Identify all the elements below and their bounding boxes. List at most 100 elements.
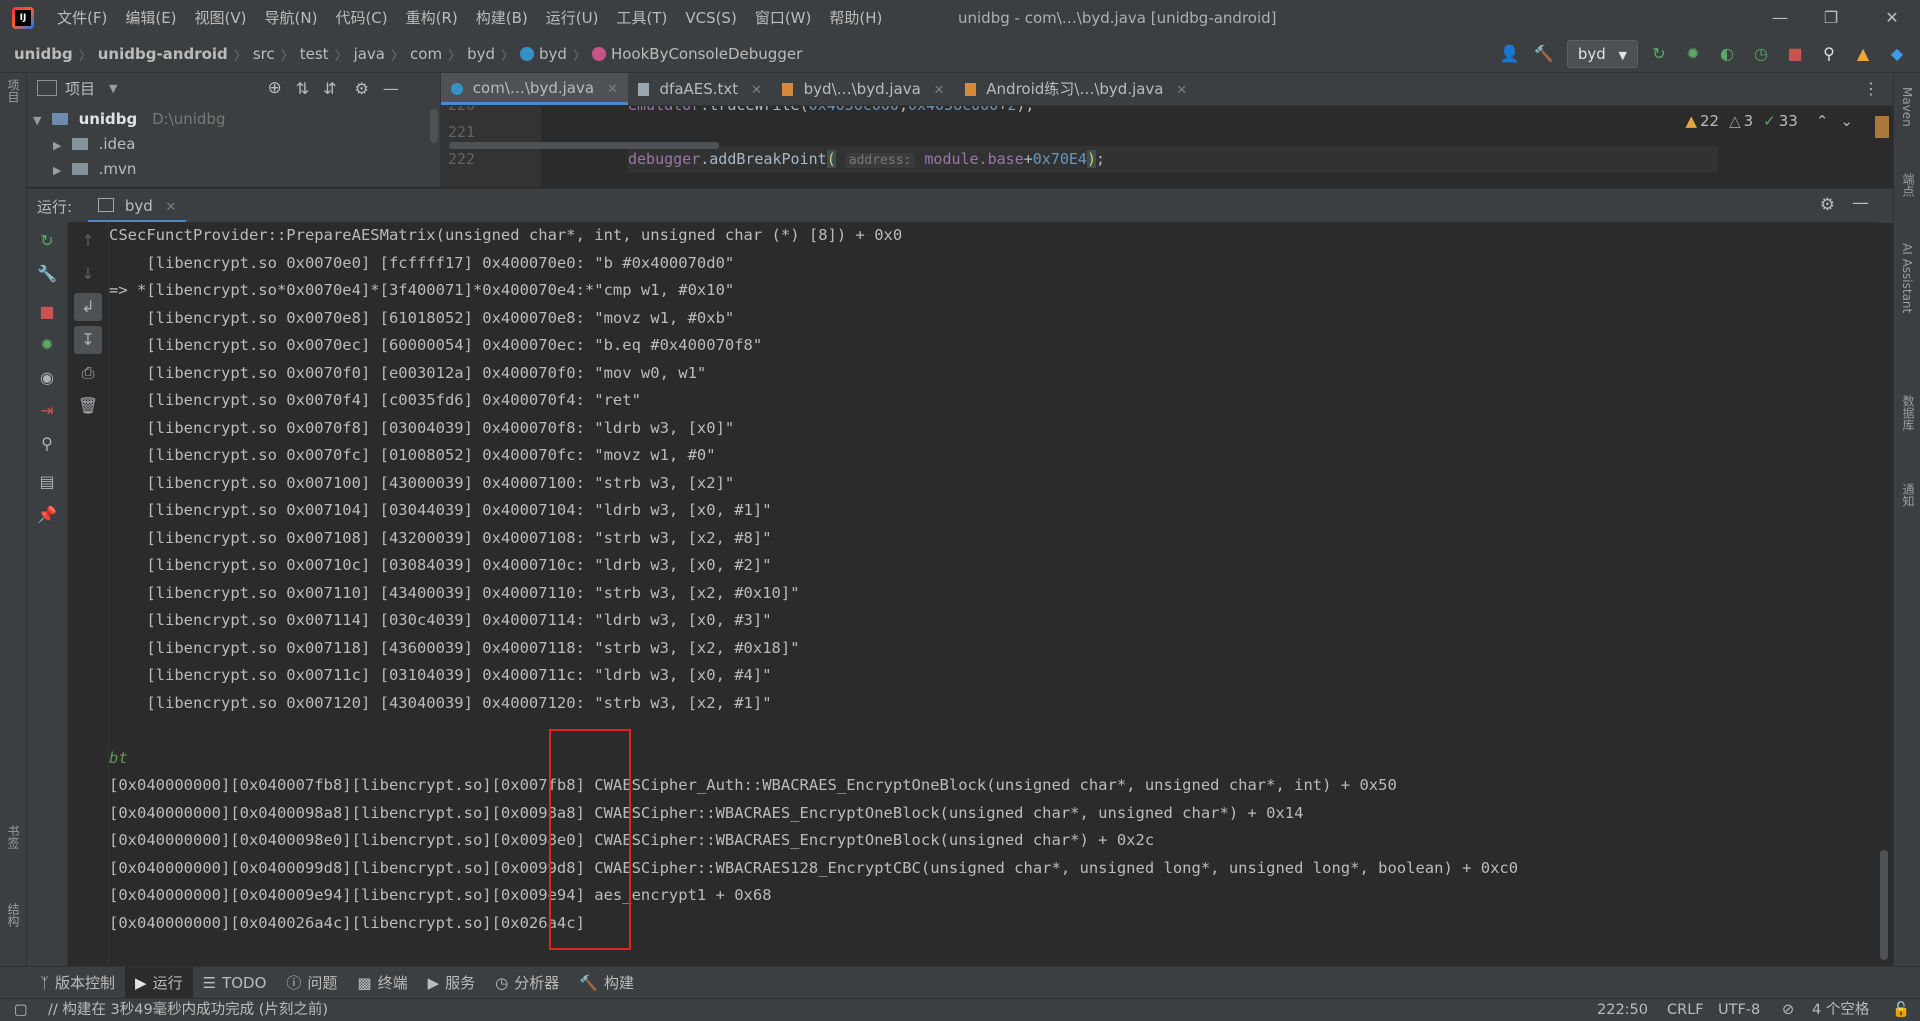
profiler-icon[interactable]: ◷ — [1748, 41, 1774, 67]
tab-dfaaes-txt[interactable]: dfaAES.txt ✕ — [628, 73, 772, 105]
crumb-com[interactable]: com — [410, 45, 442, 63]
close-icon[interactable]: ✕ — [166, 200, 177, 215]
chevron-right-icon[interactable]: ▶ — [53, 133, 67, 158]
line-separator[interactable]: CRLF — [1667, 999, 1704, 1021]
camera-icon[interactable]: ◉ — [33, 364, 61, 392]
project-scrollbar[interactable] — [430, 109, 438, 143]
tool-todo[interactable]: ☰ TODO — [193, 967, 277, 999]
coverage-icon[interactable]: ◐ — [1714, 41, 1740, 67]
close-icon[interactable]: ✕ — [934, 83, 945, 98]
crumb-method[interactable]: HookByConsoleDebugger — [611, 45, 802, 63]
exit-icon[interactable]: ⇥ — [33, 397, 61, 425]
console-v-scrollbar[interactable] — [1880, 850, 1888, 960]
crumb-byd-package[interactable]: byd — [467, 45, 495, 63]
project-tool-button[interactable]: 项目 — [5, 79, 22, 103]
read-only-icon[interactable]: ⊘ — [1782, 999, 1794, 1021]
print-icon[interactable]: ⎙ — [74, 359, 102, 387]
status-message[interactable]: // 构建在 3秒49毫秒内成功完成 (片刻之前) — [48, 999, 328, 1021]
menu-window[interactable]: 窗口(W) — [746, 0, 821, 36]
locate-icon[interactable]: ⊕ — [267, 78, 281, 98]
tool-build[interactable]: 🔨 构建 — [569, 967, 644, 999]
crumb-test[interactable]: test — [300, 45, 329, 63]
hide-panel-icon[interactable]: — — [1852, 193, 1869, 213]
chevron-right-icon[interactable]: ▶ — [53, 158, 67, 183]
menu-run[interactable]: 运行(U) — [537, 0, 608, 36]
arrow-up-icon[interactable]: ↑ — [74, 227, 102, 255]
stop-icon[interactable]: ■ — [33, 298, 61, 326]
menu-build[interactable]: 构建(B) — [467, 0, 537, 36]
menu-code[interactable]: 代码(C) — [326, 0, 396, 36]
chevron-down-icon[interactable]: ▼ — [109, 82, 117, 95]
maven-tool-button[interactable]: Maven — [1900, 87, 1914, 127]
close-icon[interactable]: ✕ — [607, 82, 618, 97]
ai-assistant-icon[interactable]: ◆ — [1884, 41, 1910, 67]
search-icon[interactable]: ⚲ — [1816, 41, 1842, 67]
close-icon[interactable]: ✕ — [1176, 83, 1187, 98]
tree-item-mvn[interactable]: ▶ .mvn — [27, 157, 225, 182]
rerun-icon[interactable]: ↻ — [1646, 41, 1672, 67]
intellij-logo-icon[interactable]: IJ — [12, 7, 34, 29]
tree-item-idea[interactable]: ▶ .idea — [27, 132, 225, 157]
restore-icon[interactable]: ❐ — [1803, 0, 1859, 36]
hide-panel-icon[interactable]: — — [383, 79, 399, 98]
close-icon[interactable]: ✕ — [751, 83, 762, 98]
project-panel-title[interactable]: 项目 — [65, 78, 95, 99]
run-configuration-select[interactable]: byd ▼ — [1566, 40, 1638, 68]
code-area[interactable]: emulator.traceWrite(0x4056c000,0x4056c00… — [628, 106, 1718, 173]
console-output[interactable]: CSecFunctProvider::PrepareAESMatrix(unsi… — [109, 222, 1879, 982]
editor-h-scrollbar[interactable] — [449, 142, 719, 149]
structure-tool-button[interactable]: 结构 — [5, 903, 22, 927]
pin-icon[interactable]: 📌 — [33, 501, 61, 529]
tab-android-byd-java[interactable]: Android练习\…\byd.java ✕ — [955, 73, 1198, 105]
gear-icon[interactable]: ⚙ — [355, 79, 369, 98]
tool-problems[interactable]: ⓘ 问题 — [276, 967, 347, 999]
caret-position[interactable]: 222:50 — [1597, 999, 1648, 1021]
menu-edit[interactable]: 编辑(E) — [116, 0, 185, 36]
debug-bug-icon[interactable]: ✹ — [1680, 41, 1706, 67]
menu-help[interactable]: 帮助(H) — [820, 0, 891, 36]
notifications-tool-button[interactable]: 通知 — [1900, 483, 1917, 507]
tool-services[interactable]: ▶ 服务 — [418, 967, 486, 999]
close-window-icon[interactable]: ✕ — [1864, 0, 1920, 36]
menu-view[interactable]: 视图(V) — [186, 0, 256, 36]
gear-icon[interactable]: ⚙ — [1820, 195, 1835, 215]
crumb-project[interactable]: unidbg — [14, 45, 73, 63]
scroll-to-end-icon[interactable]: ↧ — [74, 326, 102, 354]
tab-byd-byd-java[interactable]: byd\…\byd.java ✕ — [772, 73, 955, 105]
error-stripe-marker[interactable] — [1875, 116, 1889, 138]
minimize-icon[interactable]: — — [1752, 0, 1808, 36]
user-icon[interactable]: 👤 — [1497, 41, 1523, 67]
tab-com-byd-java[interactable]: com\…\byd.java ✕ — [441, 73, 628, 105]
chevron-up-icon[interactable]: ⌃ — [1816, 112, 1829, 130]
wrench-icon[interactable]: 🔧 — [33, 260, 61, 288]
ai-assistant-tool-button[interactable]: AI Assistant — [1900, 243, 1914, 313]
tool-profiler[interactable]: ◷ 分析器 — [485, 967, 569, 999]
menu-navigate[interactable]: 导航(N) — [256, 0, 327, 36]
build-hammer-icon[interactable]: 🔨 — [1531, 41, 1557, 67]
chevron-down-icon[interactable]: ⌄ — [1840, 112, 1853, 130]
trash-icon[interactable]: 🗑 — [74, 392, 102, 420]
arrow-down-icon[interactable]: ↓ — [74, 260, 102, 288]
collapse-all-icon[interactable]: ⇵ — [323, 79, 336, 98]
database-tool-button[interactable]: 数据库 — [1900, 395, 1917, 431]
menu-tools[interactable]: 工具(T) — [607, 0, 676, 36]
indent-setting[interactable]: 4 个空格 — [1812, 999, 1869, 1021]
file-encoding[interactable]: UTF-8 — [1718, 999, 1760, 1021]
crumb-java[interactable]: java — [354, 45, 385, 63]
menu-file[interactable]: 文件(F) — [48, 0, 116, 36]
code-editor[interactable]: 220 221 222 emulator.traceWrite(0x4056c0… — [441, 106, 1893, 187]
inspection-widget[interactable]: ▲ 22 △ 3 ✓ 33 ⌃ ⌄ — [1685, 112, 1853, 130]
layout-icon[interactable]: ▤ — [33, 468, 61, 496]
tool-terminal[interactable]: ▩ 终端 — [347, 967, 417, 999]
menu-vcs[interactable]: VCS(S) — [676, 0, 745, 36]
bookmarks-tool-button[interactable]: 书签 — [5, 825, 22, 849]
crumb-byd-class[interactable]: byd — [539, 45, 567, 63]
lock-icon[interactable]: 🔓 — [1892, 999, 1910, 1021]
search-settings-icon[interactable]: ⚲ — [33, 430, 61, 458]
chevron-down-icon[interactable]: ▼ — [33, 108, 47, 133]
tree-item-unidbg[interactable]: ▼ unidbg D:\unidbg — [27, 107, 225, 132]
crumb-src[interactable]: src — [253, 45, 275, 63]
debug-bug-icon[interactable]: ✹ — [33, 331, 61, 359]
toggle-tool-windows-icon[interactable]: ▢ — [14, 999, 28, 1021]
update-icon[interactable]: ▲ — [1850, 41, 1876, 67]
